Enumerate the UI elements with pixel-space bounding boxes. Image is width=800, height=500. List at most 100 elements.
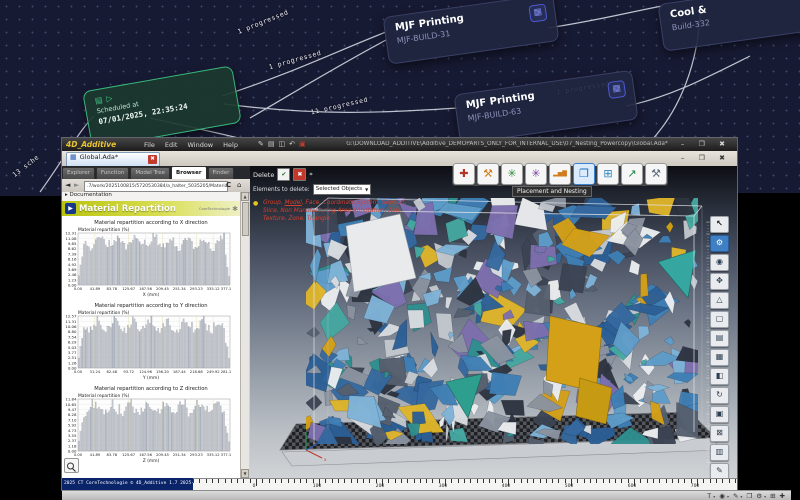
browser-nav-row: ◄ ► .7/work/2025100815/5720530384/a_halt… — [62, 179, 250, 193]
delete-box-icon[interactable]: ⊠ — [710, 425, 729, 442]
placement-nesting-icon[interactable]: ❐ — [573, 163, 595, 185]
ruler-tick — [495, 479, 497, 483]
menu-file[interactable]: File — [144, 141, 155, 149]
types-text: Texture, Zone, Triangle — [263, 216, 331, 222]
menu-window[interactable]: Window — [187, 141, 213, 149]
svg-text:93.72: 93.72 — [123, 370, 134, 374]
tab-model-tree[interactable]: Model Tree — [130, 167, 171, 179]
screenshot-icon[interactable]: ▤ — [710, 330, 729, 347]
mdi-window-controls[interactable]: – ❐ ✖ — [681, 154, 731, 162]
ruler-tick — [211, 479, 213, 483]
document-tab-label: Global.Ada* — [79, 153, 119, 161]
build-job-icon[interactable]: ⚒ — [645, 163, 667, 185]
asterisk-label: * — [309, 170, 313, 179]
svg-text:Material repartition (%): Material repartition (%) — [78, 310, 130, 316]
elements-dropdown[interactable]: Selected Objects ▼ — [312, 184, 372, 195]
view-window-icon[interactable]: ▢ — [710, 311, 729, 328]
svg-text:62.48: 62.48 — [106, 370, 117, 374]
ruler-tick — [646, 479, 648, 483]
tab-finder[interactable]: Finder — [207, 167, 235, 179]
document-tab[interactable]: ▦ Global.Ada* ✖ — [66, 152, 160, 166]
move-icon[interactable]: ✥ — [710, 273, 729, 290]
ruler-tick — [671, 479, 673, 483]
titlebar-tool-icon[interactable]: ▤ — [268, 140, 279, 148]
scrollbar-thumb[interactable] — [241, 202, 249, 236]
grid-view-icon[interactable]: ▦ — [710, 349, 729, 366]
center-view-icon[interactable]: ▣ — [710, 406, 729, 423]
ruler-tick — [274, 479, 276, 483]
confirm-button[interactable]: ✔ — [277, 168, 291, 181]
menu-edit[interactable]: Edit — [165, 141, 178, 149]
panel-scrollbar[interactable]: ▲ ▼ — [240, 192, 249, 478]
shapes-icon[interactable]: △ — [710, 292, 729, 309]
snap-point-icon[interactable]: ◉ — [710, 254, 729, 271]
ruler-label: 600 — [627, 484, 637, 489]
view-mode-icon[interactable]: ◉ — [719, 492, 725, 500]
ruler-tick — [545, 479, 547, 483]
home-icon[interactable]: ⌂ — [237, 181, 241, 189]
titlebar-tool-icon[interactable]: ▣ — [299, 140, 310, 148]
analysis-chart-icon[interactable]: ▂▅▇ — [549, 163, 571, 185]
titlebar-tool-icon[interactable]: ↶ — [289, 140, 299, 148]
grid-icon[interactable]: ⊞ — [770, 492, 775, 500]
svg-text:209.45: 209.45 — [156, 453, 170, 457]
ruler-tick — [703, 479, 705, 483]
tooltip: Placement and Nesting — [512, 186, 592, 197]
repair-tools-icon[interactable]: ⚒ — [477, 163, 499, 185]
back-icon[interactable]: ◄ — [65, 181, 70, 189]
forward-icon[interactable]: ► — [74, 181, 79, 189]
texture-view-icon[interactable]: ▥ — [710, 444, 729, 461]
ruler-tick — [293, 479, 295, 483]
url-input[interactable]: .7/work/2025100815/5720530384/a_halter_5… — [84, 180, 228, 192]
model-link[interactable]: Model — [284, 200, 301, 206]
fill-display-icon[interactable]: ◧ — [710, 368, 729, 385]
titlebar-tool-icon[interactable]: ◫ — [279, 140, 290, 148]
window-controls[interactable]: – ❐ ✖ — [681, 140, 731, 148]
ruler-tick — [426, 479, 428, 483]
tab-explorer[interactable]: Explorer — [62, 167, 95, 179]
menu-help[interactable]: Help — [223, 141, 238, 149]
close-tab-icon[interactable]: ✖ — [148, 155, 157, 164]
ruler-tick — [684, 479, 686, 483]
svg-text:167.56: 167.56 — [139, 287, 153, 291]
select-cursor-icon[interactable]: ↖ — [710, 216, 729, 233]
dropdown-value: Selected Objects — [315, 186, 363, 192]
ruler-tick — [249, 479, 251, 483]
svg-text:83.78: 83.78 — [106, 287, 117, 291]
rotate-view-icon[interactable]: ↻ — [710, 387, 729, 404]
settings-gear-icon[interactable]: ⚙ — [710, 235, 729, 252]
lattice-icon[interactable]: ✳ — [525, 163, 547, 185]
export-icon[interactable]: ↗ — [621, 163, 643, 185]
titlebar-tool-icon[interactable]: ✎ — [258, 140, 268, 148]
slicing-icon[interactable]: ⊞ — [597, 163, 619, 185]
scroll-up-icon[interactable]: ▲ — [241, 192, 249, 201]
text-filter-icon[interactable]: T — [707, 492, 711, 500]
ruler-tick — [709, 479, 711, 483]
svg-text:293.23: 293.23 — [190, 287, 204, 291]
options-icon[interactable]: ⚙ — [756, 492, 762, 500]
ruler-tick — [193, 479, 194, 483]
scroll-down-icon[interactable]: ▼ — [241, 469, 249, 478]
tab-browser[interactable]: Browser — [171, 166, 207, 179]
add-icon[interactable]: ✚ — [780, 492, 785, 500]
banner-title: Material Repartition — [79, 203, 176, 214]
ruler-tick — [230, 479, 232, 483]
zoom-tool-button[interactable] — [64, 458, 79, 473]
ruler-tick — [533, 479, 535, 483]
elements-to-delete-label: Elements to delete: — [253, 186, 310, 193]
supports-icon[interactable]: ✳ — [501, 163, 523, 185]
chevron-down-icon: ▾ — [740, 493, 743, 499]
add-part-icon[interactable]: ✚ — [453, 163, 475, 185]
refresh-icon[interactable]: C — [226, 181, 231, 189]
titlebar-icons: ✎▤◫↶▣ — [258, 140, 310, 148]
tab-function[interactable]: Function — [95, 167, 130, 179]
windows-icon[interactable]: ❒ — [746, 492, 752, 500]
chevron-down-icon: ▾ — [764, 493, 767, 499]
ruler-tick — [218, 479, 220, 483]
svg-text:Material repartition (%): Material repartition (%) — [78, 393, 130, 399]
annotate-icon[interactable]: ✎ — [733, 492, 738, 500]
cancel-delete-button[interactable]: ✖ — [293, 168, 307, 181]
svg-text:377.1: 377.1 — [221, 453, 232, 457]
ruler-label: 400 — [501, 484, 511, 489]
types-text: Slice, Non Manufacturing Area Annotation… — [263, 208, 403, 214]
